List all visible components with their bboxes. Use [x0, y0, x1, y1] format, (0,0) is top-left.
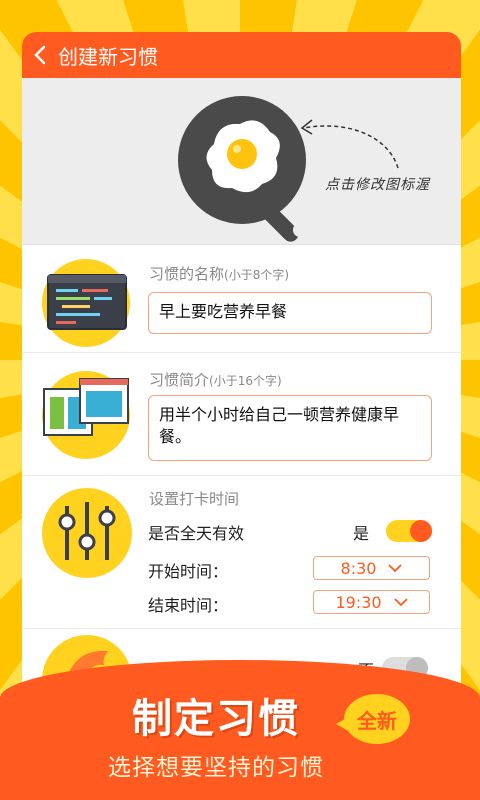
end-time-select[interactable]: 19:30	[313, 590, 430, 614]
start-time-label: 开始时间：	[148, 562, 229, 581]
new-badge: 全新	[336, 694, 410, 744]
page-title: 创建新习惯	[58, 44, 158, 69]
habit-intro-row: 习惯简介(小于16个字) 用半个小时给自己一顿营养健康早餐。	[22, 353, 461, 476]
habit-name-label: 习惯的名称(小于8个字)	[149, 263, 289, 284]
habit-intro-label: 习惯简介(小于16个字)	[149, 369, 282, 390]
code-window-icon	[42, 259, 130, 347]
sliders-icon	[42, 488, 132, 578]
chevron-left-icon	[34, 45, 46, 65]
habit-name-row: 习惯的名称(小于8个字) 早上要吃营养早餐	[22, 245, 461, 353]
curved-arrow-icon	[300, 119, 399, 169]
habit-intro-label-text: 习惯简介	[149, 371, 210, 389]
checkin-time-row: 设置打卡时间 是否全天有效 是 开始时间： 8:30 结束时间： 19:30	[22, 476, 461, 629]
habit-name-label-text: 习惯的名称	[149, 265, 225, 283]
habit-intro-hint: (小于16个字)	[209, 374, 282, 388]
habit-name-input[interactable]: 早上要吃营养早餐	[148, 292, 432, 334]
habit-intro-input[interactable]: 用半个小时给自己一顿营养健康早餐。	[148, 395, 432, 461]
promo-slogan: 制定习惯	[132, 696, 300, 742]
icon-picker[interactable]: 点击修改图标渥	[22, 78, 461, 245]
back-button[interactable]	[22, 32, 58, 78]
end-time-value: 19:30	[335, 592, 382, 612]
toggle-knob	[410, 520, 432, 542]
chevron-down-icon	[388, 564, 403, 572]
all-day-label: 是否全天有效	[148, 524, 245, 543]
web-layout-icon	[42, 371, 130, 459]
promo-subslogan: 选择想要坚持的习惯	[108, 755, 324, 781]
habit-name-hint: (小于8个字)	[224, 268, 290, 282]
start-time-value: 8:30	[340, 558, 377, 578]
checkin-time-label: 设置打卡时间	[149, 490, 240, 508]
all-day-value: 是	[353, 524, 370, 543]
title-bar: 创建新习惯	[22, 32, 461, 78]
change-icon-hint: 点击修改图标渥	[325, 177, 430, 193]
chevron-down-icon	[393, 598, 408, 606]
start-time-select[interactable]: 8:30	[313, 556, 430, 580]
all-day-toggle[interactable]	[386, 520, 432, 542]
end-time-label: 结束时间：	[148, 596, 229, 615]
